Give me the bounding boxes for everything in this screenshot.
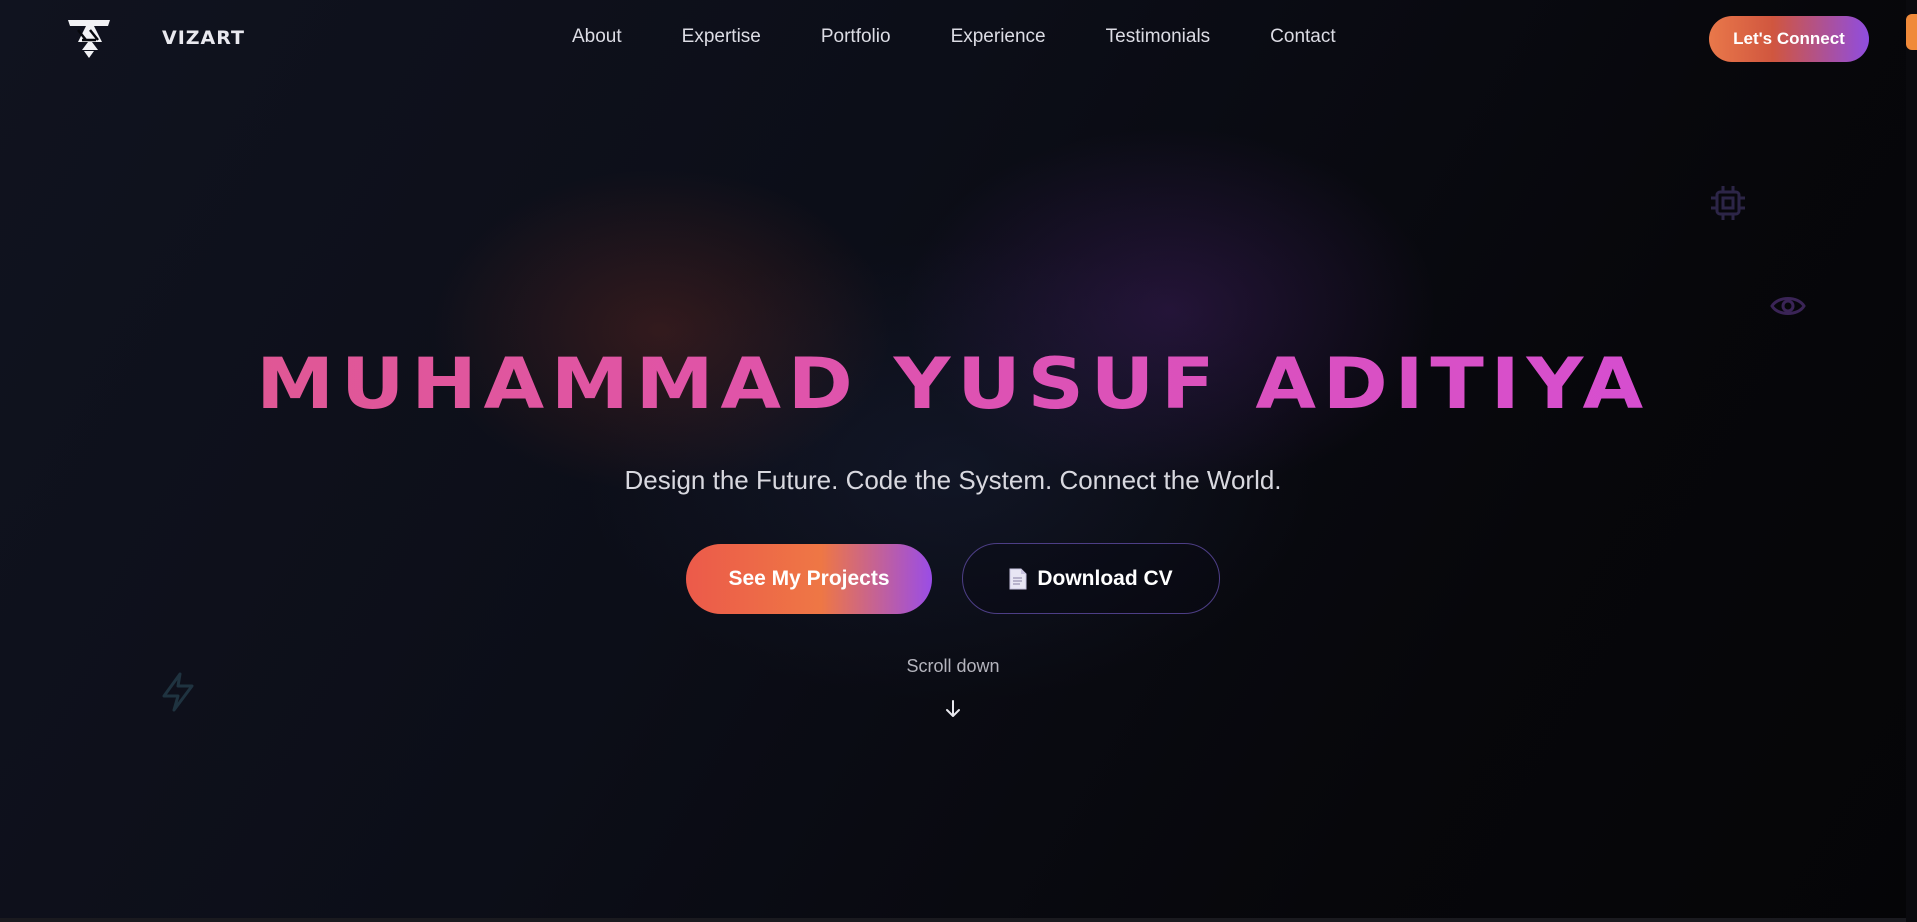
bottom-divider — [0, 918, 1906, 922]
vz-logo-icon[interactable] — [68, 20, 110, 58]
scroll-down-label[interactable]: Scroll down — [0, 656, 1906, 677]
nav-link-contact[interactable]: Contact — [1270, 26, 1335, 48]
chip-icon — [1711, 186, 1745, 220]
scrollbar-thumb[interactable] — [1906, 14, 1917, 50]
arrow-down-icon[interactable] — [944, 698, 962, 720]
nav-link-testimonials[interactable]: Testimonials — [1106, 26, 1211, 48]
nav-links: About Expertise Portfolio Experience Tes… — [560, 26, 1336, 48]
nav-link-expertise[interactable]: Expertise — [682, 26, 761, 48]
hero-title: MUHAMMAD YUSUF ADITIYA — [0, 343, 1917, 425]
document-icon — [1009, 568, 1027, 589]
hero-tagline: Design the Future. Code the System. Conn… — [624, 465, 1282, 495]
download-cv-button[interactable]: Download CV — [962, 543, 1220, 614]
nav-link-experience[interactable]: Experience — [951, 26, 1046, 48]
nav-link-about[interactable]: About — [572, 26, 622, 48]
page: VIZART About Expertise Portfolio Experie… — [0, 0, 1917, 922]
lets-connect-button[interactable]: Let's Connect — [1709, 16, 1869, 62]
see-my-projects-button[interactable]: See My Projects — [686, 544, 932, 614]
download-cv-label: Download CV — [1037, 566, 1173, 590]
top-nav: VIZART About Expertise Portfolio Experie… — [0, 0, 1906, 78]
nav-link-portfolio[interactable]: Portfolio — [821, 26, 891, 48]
brand-name[interactable]: VIZART — [162, 27, 245, 49]
eye-icon — [1770, 297, 1806, 315]
scrollbar-track[interactable] — [1906, 0, 1917, 922]
lightning-icon — [162, 672, 194, 712]
